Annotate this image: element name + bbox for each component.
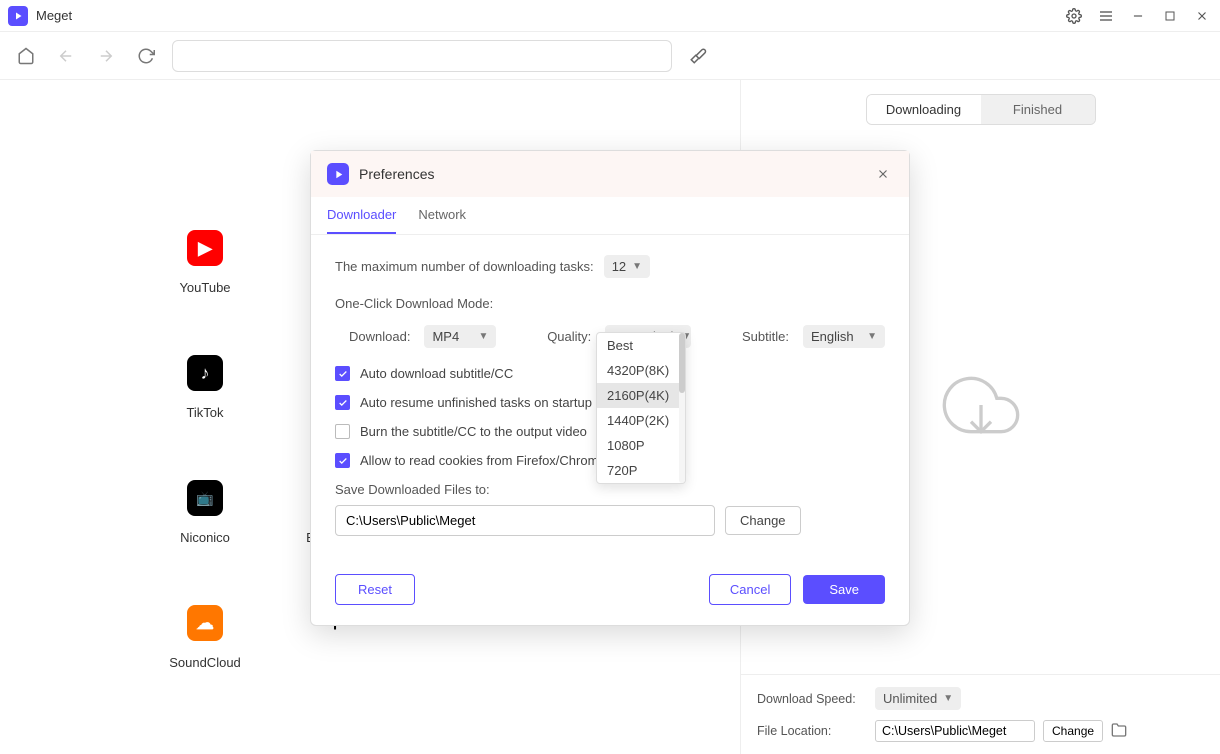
tab-downloader[interactable]: Downloader [327,197,396,234]
quality-dropdown: Best4320P(8K)2160P(4K)1440P(2K)1080P720P [596,332,686,484]
save-path-input[interactable] [335,505,715,536]
folder-icon[interactable] [1111,722,1127,741]
home-icon[interactable] [12,42,40,70]
dialog-close-button[interactable] [873,164,893,184]
max-tasks-select[interactable]: 12▼ [604,255,650,278]
auto-subtitle-label: Auto download subtitle/CC [360,366,513,381]
titlebar: Meget [0,0,1220,32]
cancel-button[interactable]: Cancel [709,574,791,605]
burn-subtitle-label: Burn the subtitle/CC to the output video [360,424,587,439]
back-icon[interactable] [52,42,80,70]
subtitle-select[interactable]: English▼ [803,325,885,348]
change-path-button[interactable]: Change [725,506,801,535]
file-location-label: File Location: [757,724,867,738]
quality-option[interactable]: Best [597,333,685,358]
download-format-select[interactable]: MP4▼ [424,325,496,348]
auto-resume-checkbox[interactable] [335,395,350,410]
subtitle-label: Subtitle: [742,329,789,344]
burn-subtitle-checkbox[interactable] [335,424,350,439]
site-item-niconico[interactable]: 📺 Niconico [140,480,270,545]
max-tasks-label: The maximum number of downloading tasks: [335,259,594,274]
chevron-down-icon: ▼ [943,693,953,704]
app-title: Meget [36,8,1064,23]
download-format-label: Download: [349,329,410,344]
site-label: Niconico [180,530,230,545]
quality-option[interactable]: 1440P(2K) [597,408,685,433]
cloud-download-icon [931,365,1031,445]
download-speed-select[interactable]: Unlimited▼ [875,687,961,710]
quality-option[interactable]: 2160P(4K) [597,383,685,408]
dialog-title: Preferences [359,166,873,182]
youtube-icon: ▶ [187,230,223,266]
reset-button[interactable]: Reset [335,574,415,605]
site-label: SoundCloud [169,655,241,670]
site-label: TikTok [186,405,223,420]
allow-cookies-label: Allow to read cookies from Firefox/Chrom… [360,453,606,468]
tab-downloading[interactable]: Downloading [867,95,981,124]
forward-icon[interactable] [92,42,120,70]
menu-icon[interactable] [1096,6,1116,26]
download-speed-label: Download Speed: [757,692,867,706]
settings-icon[interactable] [1064,6,1084,26]
quality-option[interactable]: 1080P [597,433,685,458]
close-button[interactable] [1192,6,1212,26]
toolbar [0,32,1220,80]
one-click-label: One-Click Download Mode: [335,296,885,311]
site-label: YouTube [179,280,230,295]
app-logo-icon [8,6,28,26]
quality-option[interactable]: 4320P(8K) [597,358,685,383]
auto-resume-label: Auto resume unfinished tasks on startup [360,395,592,410]
tiktok-icon: ♪ [187,355,223,391]
chevron-down-icon: ▼ [867,331,877,342]
quality-label: Quality: [547,329,591,344]
site-item-soundcloud[interactable]: ☁ SoundCloud [140,605,270,670]
scrollbar-thumb[interactable] [679,333,685,393]
download-tabs: Downloading Finished [866,94,1096,125]
tab-network[interactable]: Network [418,197,466,234]
reload-icon[interactable] [132,42,160,70]
address-bar[interactable] [172,40,672,72]
chevron-down-icon: ▼ [479,331,489,342]
dialog-app-icon [327,163,349,185]
file-location-input[interactable] [875,720,1035,742]
site-item-tiktok[interactable]: ♪ TikTok [140,355,270,420]
site-item-youtube[interactable]: ▶ YouTube [140,230,270,295]
minimize-button[interactable] [1128,6,1148,26]
maximize-button[interactable] [1160,6,1180,26]
tab-finished[interactable]: Finished [981,95,1095,124]
chevron-down-icon: ▼ [632,261,642,272]
save-button[interactable]: Save [803,575,885,604]
niconico-icon: 📺 [187,480,223,516]
brush-icon[interactable] [684,42,712,70]
auto-subtitle-checkbox[interactable] [335,366,350,381]
quality-option[interactable]: 720P [597,458,685,483]
change-location-button[interactable]: Change [1043,720,1103,742]
save-path-label: Save Downloaded Files to: [335,482,885,497]
soundcloud-icon: ☁ [187,605,223,641]
allow-cookies-checkbox[interactable] [335,453,350,468]
